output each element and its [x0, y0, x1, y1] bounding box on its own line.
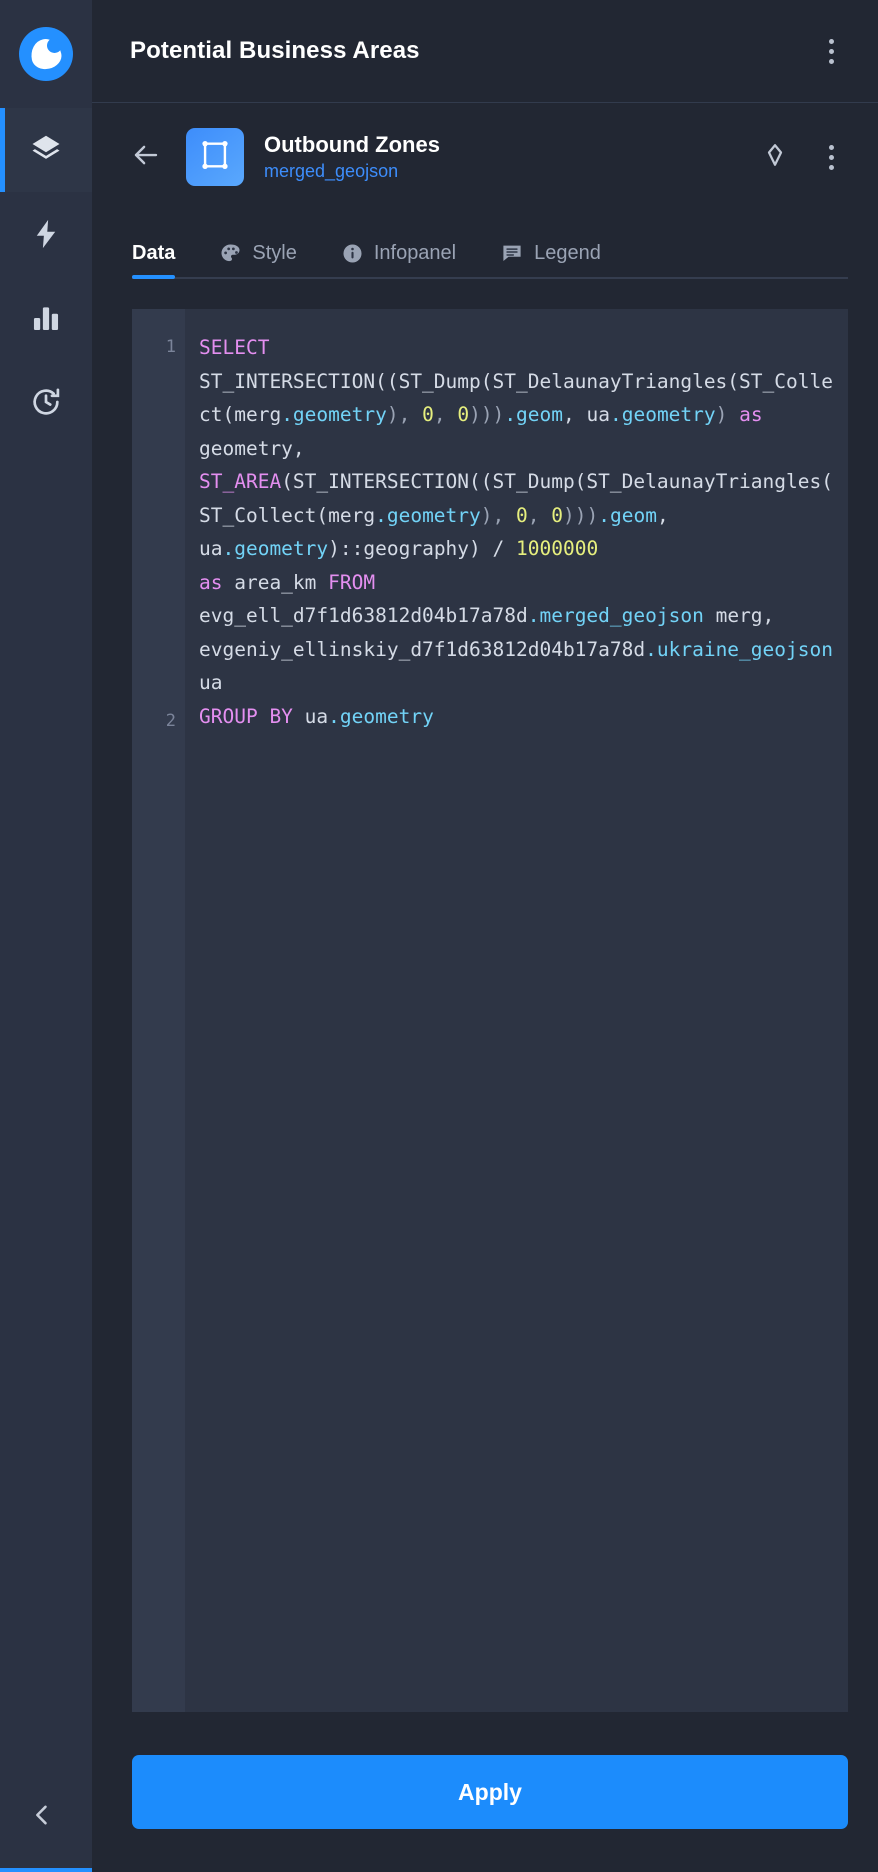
kebab-menu-icon	[828, 58, 834, 64]
layer-header: Outbound Zones merged_geojson	[92, 103, 878, 211]
code-token: .geometry	[375, 503, 481, 527]
code-token: .geometry	[222, 537, 329, 560]
code-token: 0	[457, 403, 470, 426]
code-token: 0	[551, 503, 563, 527]
code-token: )	[715, 403, 740, 426]
code-token: 0	[516, 503, 528, 527]
layer-name: Outbound Zones	[264, 132, 440, 157]
code-token: ),	[386, 403, 423, 426]
code-token: .ukraine_geojson	[645, 637, 833, 661]
app-logo-button[interactable]	[0, 0, 92, 108]
tab-style[interactable]: Style	[219, 242, 297, 279]
code-token: .merged_geojson	[527, 604, 704, 627]
sidebar-item-actions[interactable]	[0, 192, 92, 276]
tab-label: Data	[132, 242, 176, 264]
layer-menu-button[interactable]	[814, 140, 848, 174]
code-token: as	[739, 403, 763, 426]
code-token: )::geography) /	[328, 537, 516, 560]
bar-chart-icon	[29, 301, 63, 335]
kebab-menu-icon	[828, 38, 834, 44]
apply-button[interactable]: Apply	[132, 1755, 848, 1829]
layer-tabs: Data Style Infopanel Legend	[92, 211, 878, 279]
layer-actions	[758, 140, 848, 174]
palette-icon	[219, 242, 242, 265]
code-token: .geometry	[281, 403, 387, 426]
code-token: ST_AREA	[199, 470, 282, 493]
kebab-menu-icon	[828, 154, 834, 160]
editor-line-numbers: 12	[132, 309, 185, 1712]
code-token: )))	[469, 403, 505, 426]
left-rail	[0, 0, 92, 1872]
code-token: 1000000	[516, 537, 599, 560]
tab-data[interactable]: Data	[132, 242, 176, 279]
rail-item-list	[0, 108, 92, 444]
rail-bottom-accent	[0, 1868, 92, 1872]
code-token: ,	[527, 503, 552, 527]
code-token: .geometry	[328, 704, 434, 728]
code-token: GROUP BY	[199, 704, 293, 728]
back-button[interactable]	[122, 133, 170, 181]
layers-icon	[28, 132, 64, 168]
collapse-panel-button[interactable]	[0, 1762, 92, 1872]
locate-target-icon	[760, 140, 790, 175]
code-token: , ua	[563, 403, 610, 426]
code-token: .geom	[504, 403, 564, 426]
chevron-left-icon	[28, 1801, 56, 1834]
rail-spacer	[0, 444, 92, 1762]
layer-source-link[interactable]: merged_geojson	[264, 161, 758, 182]
bounding-box-icon	[198, 138, 232, 177]
sql-code-area[interactable]: SELECT ST_INTERSECTION((ST_Dump(ST_Delau…	[185, 309, 848, 1712]
code-token: .geometry	[609, 403, 716, 426]
app-root: Potential Business Areas Outbound Zones …	[0, 0, 878, 1872]
tab-infopanel[interactable]: Infopanel	[341, 242, 456, 279]
project-header: Potential Business Areas	[92, 0, 878, 103]
kebab-menu-icon	[828, 164, 834, 170]
app-logo-icon	[19, 27, 73, 81]
arrow-left-icon	[131, 140, 161, 175]
sidebar-item-layers[interactable]	[0, 108, 92, 192]
kebab-menu-icon	[828, 144, 834, 150]
code-token: SELECT	[199, 336, 270, 359]
line-number: 1	[165, 337, 176, 357]
locate-layer-button[interactable]	[758, 140, 792, 174]
code-token: ua	[292, 704, 329, 728]
page-title: Potential Business Areas	[130, 37, 420, 64]
sidebar-item-analytics[interactable]	[0, 276, 92, 360]
tab-label: Infopanel	[373, 242, 457, 264]
info-icon	[341, 242, 364, 265]
line-number: 2	[165, 710, 176, 731]
editor-footer: Apply	[92, 1712, 878, 1872]
code-token: area_km	[222, 570, 329, 594]
layer-thumbnail[interactable]	[186, 128, 244, 186]
code-token: ,	[433, 403, 458, 426]
code-token: as	[199, 570, 223, 594]
code-token: FROM	[328, 570, 376, 594]
sidebar-item-history[interactable]	[0, 360, 92, 444]
code-token: 0	[422, 403, 434, 426]
code-token: ),	[480, 503, 517, 527]
layer-meta: Outbound Zones merged_geojson	[264, 132, 758, 182]
code-token: )))	[563, 503, 599, 527]
legend-icon	[500, 241, 524, 265]
tab-label: Style	[252, 242, 297, 264]
code-token: .geom	[598, 503, 657, 527]
tab-label: Legend	[534, 241, 601, 264]
kebab-menu-icon	[828, 48, 834, 54]
sql-editor[interactable]: 12 SELECT ST_INTERSECTION((ST_Dump(ST_De…	[132, 309, 848, 1712]
lightning-icon	[29, 217, 63, 251]
project-menu-button[interactable]	[814, 34, 848, 68]
main-panel: Potential Business Areas Outbound Zones …	[92, 0, 878, 1872]
tab-legend[interactable]: Legend	[500, 241, 601, 279]
history-icon	[29, 385, 63, 419]
